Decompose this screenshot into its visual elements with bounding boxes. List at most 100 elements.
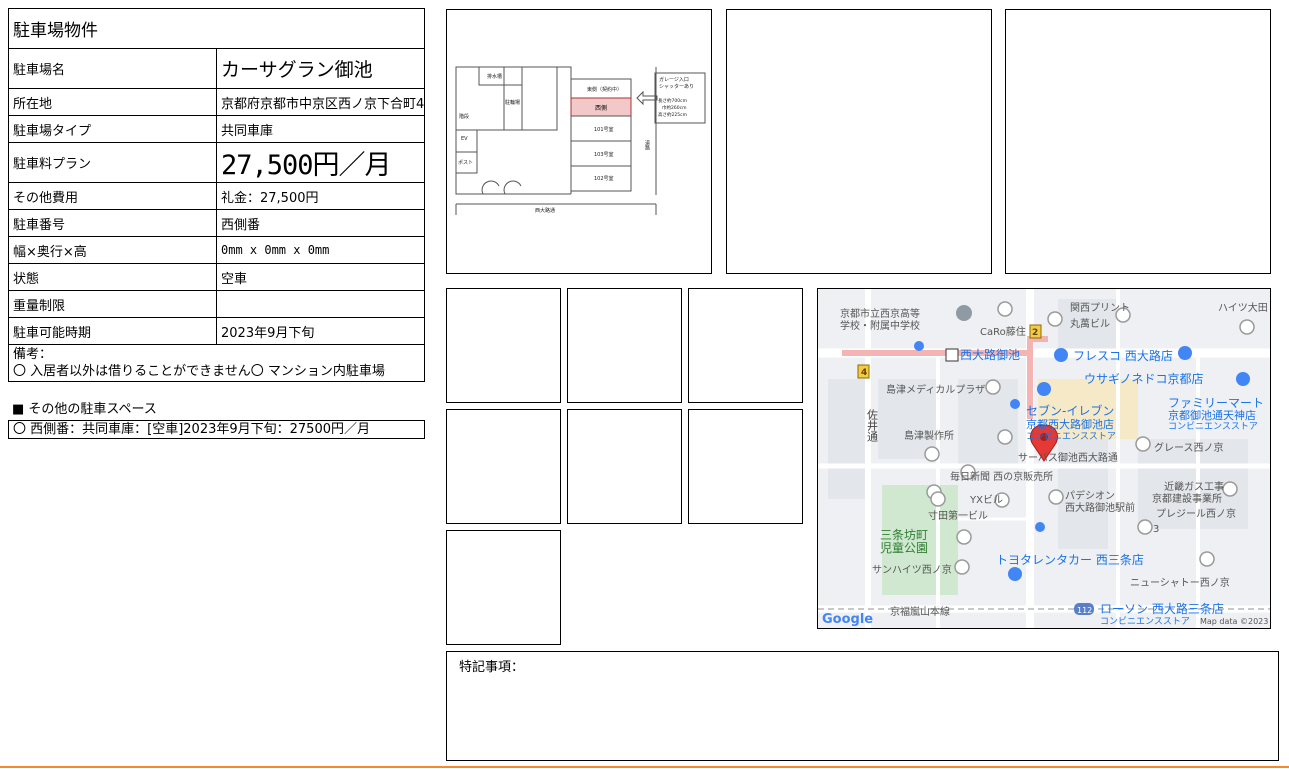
map-google-logo: Google xyxy=(822,612,873,627)
map-label-yx: YXビル xyxy=(969,494,1003,506)
plan-label-post: ポスト xyxy=(458,159,473,166)
value-available-date: 2023年9月下旬 xyxy=(216,317,425,345)
map-label-padeshion-1: パデシオン xyxy=(1065,489,1115,502)
map-label-route-4: 4 xyxy=(861,368,867,378)
map-label-grace: グレース西ノ京 xyxy=(1154,441,1224,454)
map-label-sunada: 寸田第一ビル xyxy=(928,509,988,522)
label-weight-limit: 重量制限 xyxy=(8,290,217,318)
value-address: 京都府京都市中京区西ノ京下合町41 xyxy=(216,88,425,116)
floor-plan-drawing: 排水槽 駐輪場 階段 EV ポスト 東側（契約中） 西側 101号室 103号室… xyxy=(455,66,706,215)
photo-frame-9 xyxy=(688,409,803,524)
map-label-line: 京福嵐山本線 xyxy=(890,605,950,618)
plan-label-road: 道路 xyxy=(644,139,650,151)
plan-garage-dim-2: 巾約260cm xyxy=(662,104,686,111)
other-space-item: 〇 西側番：共同車庫：[空車]2023年9月下旬：27500円／月 xyxy=(8,420,425,439)
plan-label-drain: 排水槽 xyxy=(487,73,502,80)
map-label-school-1: 京都市立西京高等 xyxy=(840,307,920,320)
plan-garage-title-1: ガレージ入口 xyxy=(659,76,689,83)
map-label-route-112: 112 xyxy=(1077,606,1092,615)
value-parking-type: 共同車庫 xyxy=(216,115,425,143)
label-parking-type: 駐車場タイプ xyxy=(8,115,217,143)
map-label-pin-3: 3 xyxy=(1153,524,1159,535)
map-label-familymart-2: 京都御池通天神店 xyxy=(1168,408,1256,422)
label-dimensions: 幅×奥行×高 xyxy=(8,236,217,264)
map-label-route-2: 2 xyxy=(1032,328,1038,338)
map-label-park-2: 児童公園 xyxy=(880,540,928,555)
plan-label-stairs: 階段 xyxy=(459,113,469,120)
remarks-text: 〇 入居者以外は借りることができません〇 マンション内駐車場 xyxy=(13,364,385,379)
bottom-accent-line xyxy=(0,766,1289,768)
map-label-lawson-1: ローソン 西大路三条店 xyxy=(1100,601,1224,616)
property-table: 駐車場物件 駐車場名 カーサグラン御池 所在地 京都府京都市中京区西ノ京下合町4… xyxy=(8,8,425,382)
map-label-familymart-3: コンビニエンスストア xyxy=(1168,421,1258,432)
photo-frame-2 xyxy=(726,9,992,274)
map-label-usagi: ウサギノネドコ京都店 xyxy=(1084,372,1204,386)
plan-label-103: 103号室 xyxy=(594,151,614,158)
map-label-familymart-1: ファミリーマート xyxy=(1168,396,1264,410)
map-label-seven-3: コンビニエンスストア xyxy=(1026,431,1116,442)
plan-label-street: 西大路通 xyxy=(535,207,555,214)
location-map[interactable]: 京都市立西京高等 学校・附属中学校 関西プリント 丸萬ビル ハイツ大田 CaRo… xyxy=(817,288,1271,629)
plan-label-east: 東側（契約中） xyxy=(587,86,622,93)
label-status: 状態 xyxy=(8,263,217,291)
plan-label-west: 西側 xyxy=(595,104,607,112)
label-other-fees: その他費用 xyxy=(8,182,217,210)
map-label-kansai-print: 関西プリント xyxy=(1070,302,1130,314)
plan-label-102: 102号室 xyxy=(594,175,614,182)
map-label-shimadzu-medical: 島津メディカルプラザ xyxy=(886,383,985,396)
photo-frame-10 xyxy=(446,530,561,645)
map-label-toyota: トヨタレンタカー 西三条店 xyxy=(996,553,1144,567)
map-label-newchateau: ニューシャトー西ノ京 xyxy=(1130,576,1230,589)
floor-plan-frame: 排水槽 駐輪場 階段 EV ポスト 東側（契約中） 西側 101号室 103号室… xyxy=(446,9,712,274)
map-label-kinki-1: 近畿ガス工事 xyxy=(1164,480,1224,493)
value-weight-limit xyxy=(216,290,425,318)
map-label-padeshion-2: 西大路御池駅前 xyxy=(1065,501,1135,514)
label-address: 所在地 xyxy=(8,88,217,116)
value-dimensions: 0mm x 0mm x 0mm xyxy=(216,236,425,264)
special-notes-label: 特記事項： xyxy=(459,660,525,675)
map-canvas[interactable]: 京都市立西京高等 学校・附属中学校 関西プリント 丸萬ビル ハイツ大田 CaRo… xyxy=(818,289,1270,628)
photo-frame-3 xyxy=(1005,9,1271,274)
map-data-attribution: Map data ©2023 xyxy=(1200,617,1268,626)
map-label-kinki-2: 京都建設事業所 xyxy=(1152,492,1222,505)
label-space-number: 駐車番号 xyxy=(8,209,217,237)
map-label-seven-2: 京都西大路御池店 xyxy=(1026,417,1114,431)
remarks-label: 備考： xyxy=(13,347,53,362)
special-notes-box: 特記事項： xyxy=(446,651,1279,761)
map-label-mainichi: 毎日新聞 西の京販売所 xyxy=(950,470,1053,483)
photo-frame-7 xyxy=(446,409,561,524)
plan-label-ev: EV xyxy=(461,136,468,142)
map-label-servus: サーバス御池西大路通 xyxy=(1018,451,1118,464)
map-label-shimadzu: 島津製作所 xyxy=(904,429,954,442)
label-available-date: 駐車可能時期 xyxy=(8,317,217,345)
photo-frame-6 xyxy=(688,288,803,403)
plan-garage-dim-1: 長さ約700cm xyxy=(658,97,687,104)
plan-garage-title-2: シャッターあり xyxy=(659,83,694,90)
label-price-plan: 駐車料プラン xyxy=(8,142,217,183)
map-label-school-2: 学校・附属中学校 xyxy=(840,319,920,332)
map-label-fresco: フレスコ 西大路店 xyxy=(1073,348,1173,363)
map-label-station: 西大路御池 xyxy=(960,347,1020,362)
map-label-maruman: 丸萬ビル xyxy=(1070,317,1110,330)
map-label-park-1: 三条坊町 xyxy=(880,527,928,542)
map-label-seven-1: セブン-イレブン xyxy=(1026,403,1114,418)
map-label-sai: 佐井通 xyxy=(866,408,879,442)
station-icon xyxy=(945,348,959,362)
plan-label-bike: 駐輪場 xyxy=(505,99,520,106)
map-label-plesir: プレジール西ノ京 xyxy=(1156,507,1236,520)
photo-frame-8 xyxy=(567,409,682,524)
label-parking-name: 駐車場名 xyxy=(8,48,217,89)
plan-label-101: 101号室 xyxy=(594,126,614,133)
photo-frame-4 xyxy=(446,288,561,403)
map-label-lawson-2: コンビニエンスストア xyxy=(1100,616,1190,627)
photo-frame-5 xyxy=(567,288,682,403)
map-label-heights: ハイツ大田 xyxy=(1218,301,1268,314)
map-label-sunheights: サンハイツ西ノ京 xyxy=(872,563,952,576)
value-other-fees: 礼金：27,500円 xyxy=(216,182,425,210)
value-space-number: 西側番 xyxy=(216,209,425,237)
property-title: 駐車場物件 xyxy=(8,8,425,49)
remarks-cell: 備考： 〇 入居者以外は借りることができません〇 マンション内駐車場 xyxy=(8,344,425,382)
value-status: 空車 xyxy=(216,263,425,291)
map-label-caro: CaRo藤住 xyxy=(980,325,1026,338)
value-price-plan: 27,500円／月 xyxy=(216,142,425,183)
